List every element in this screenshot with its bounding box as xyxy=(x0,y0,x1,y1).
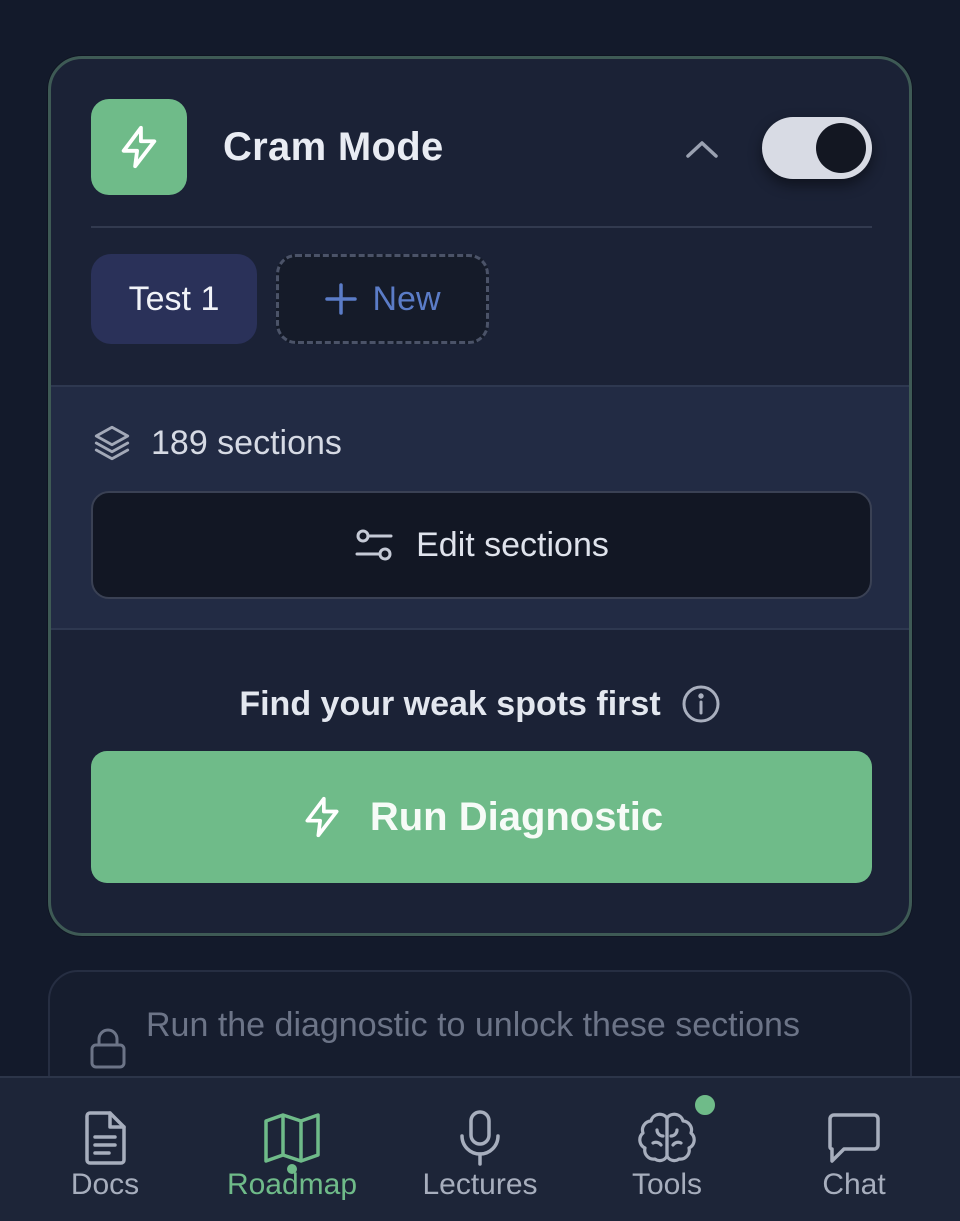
bottom-nav: Docs Roadmap Lectures Tools Chat xyxy=(0,1076,960,1221)
microphone-icon xyxy=(450,1108,510,1168)
nav-label-lectures: Lectures xyxy=(422,1168,538,1201)
tools-notification-badge xyxy=(692,1092,718,1118)
run-diagnostic-label: Run Diagnostic xyxy=(369,794,664,839)
cram-mode-screen: Cram Mode Test 1 New 189 sections Edit s… xyxy=(0,0,960,1221)
edit-sections-label: Edit sections xyxy=(416,525,609,564)
nav-label-docs: Docs xyxy=(70,1168,140,1201)
cram-mode-toggle[interactable] xyxy=(762,117,872,179)
info-icon[interactable] xyxy=(681,684,721,724)
nav-label-chat: Chat xyxy=(822,1168,886,1201)
nav-item-lectures[interactable]: Lectures xyxy=(385,1078,575,1221)
diagnostic-prompt: Find your weak spots first xyxy=(51,679,909,729)
header-divider xyxy=(91,226,872,228)
new-test-label: New xyxy=(372,279,441,318)
nav-label-roadmap: Roadmap xyxy=(226,1168,358,1201)
test-chip-label: Test 1 xyxy=(128,279,220,318)
nav-item-roadmap[interactable]: Roadmap xyxy=(197,1078,387,1221)
nav-item-docs[interactable]: Docs xyxy=(10,1078,200,1221)
chevron-up-icon xyxy=(686,141,718,158)
locked-message: Run the diagnostic to unlock these secti… xyxy=(146,1006,800,1044)
map-icon xyxy=(262,1108,322,1168)
sections-panel: 189 sections Edit sections xyxy=(51,385,909,630)
cram-mode-card: Cram Mode Test 1 New 189 sections Edit s… xyxy=(48,56,912,936)
run-diagnostic-button[interactable]: Run Diagnostic xyxy=(91,751,872,883)
chat-bubble-icon xyxy=(824,1108,884,1168)
brain-icon xyxy=(637,1108,697,1168)
test-chip-test-1[interactable]: Test 1 xyxy=(91,254,257,344)
nav-item-tools[interactable]: Tools xyxy=(572,1078,762,1221)
diagnostic-prompt-text: Find your weak spots first xyxy=(239,684,661,723)
nav-item-chat[interactable]: Chat xyxy=(759,1078,949,1221)
lightning-icon xyxy=(305,796,339,838)
section-count: 189 sections xyxy=(91,421,342,465)
layers-icon xyxy=(94,425,130,461)
edit-sections-button[interactable]: Edit sections xyxy=(91,491,872,599)
plus-icon xyxy=(325,283,358,315)
collapse-button[interactable] xyxy=(679,129,725,169)
cram-mode-icon-tile xyxy=(91,99,187,195)
document-icon xyxy=(75,1108,135,1168)
card-header: Cram Mode xyxy=(51,59,909,229)
lightning-icon xyxy=(121,125,157,169)
sliders-icon xyxy=(355,529,393,561)
section-count-text: 189 sections xyxy=(151,423,342,462)
toggle-knob xyxy=(816,123,866,173)
new-test-button[interactable]: New xyxy=(276,254,489,344)
card-title: Cram Mode xyxy=(223,125,444,169)
lock-icon xyxy=(90,1028,126,1069)
nav-label-tools: Tools xyxy=(631,1168,703,1201)
